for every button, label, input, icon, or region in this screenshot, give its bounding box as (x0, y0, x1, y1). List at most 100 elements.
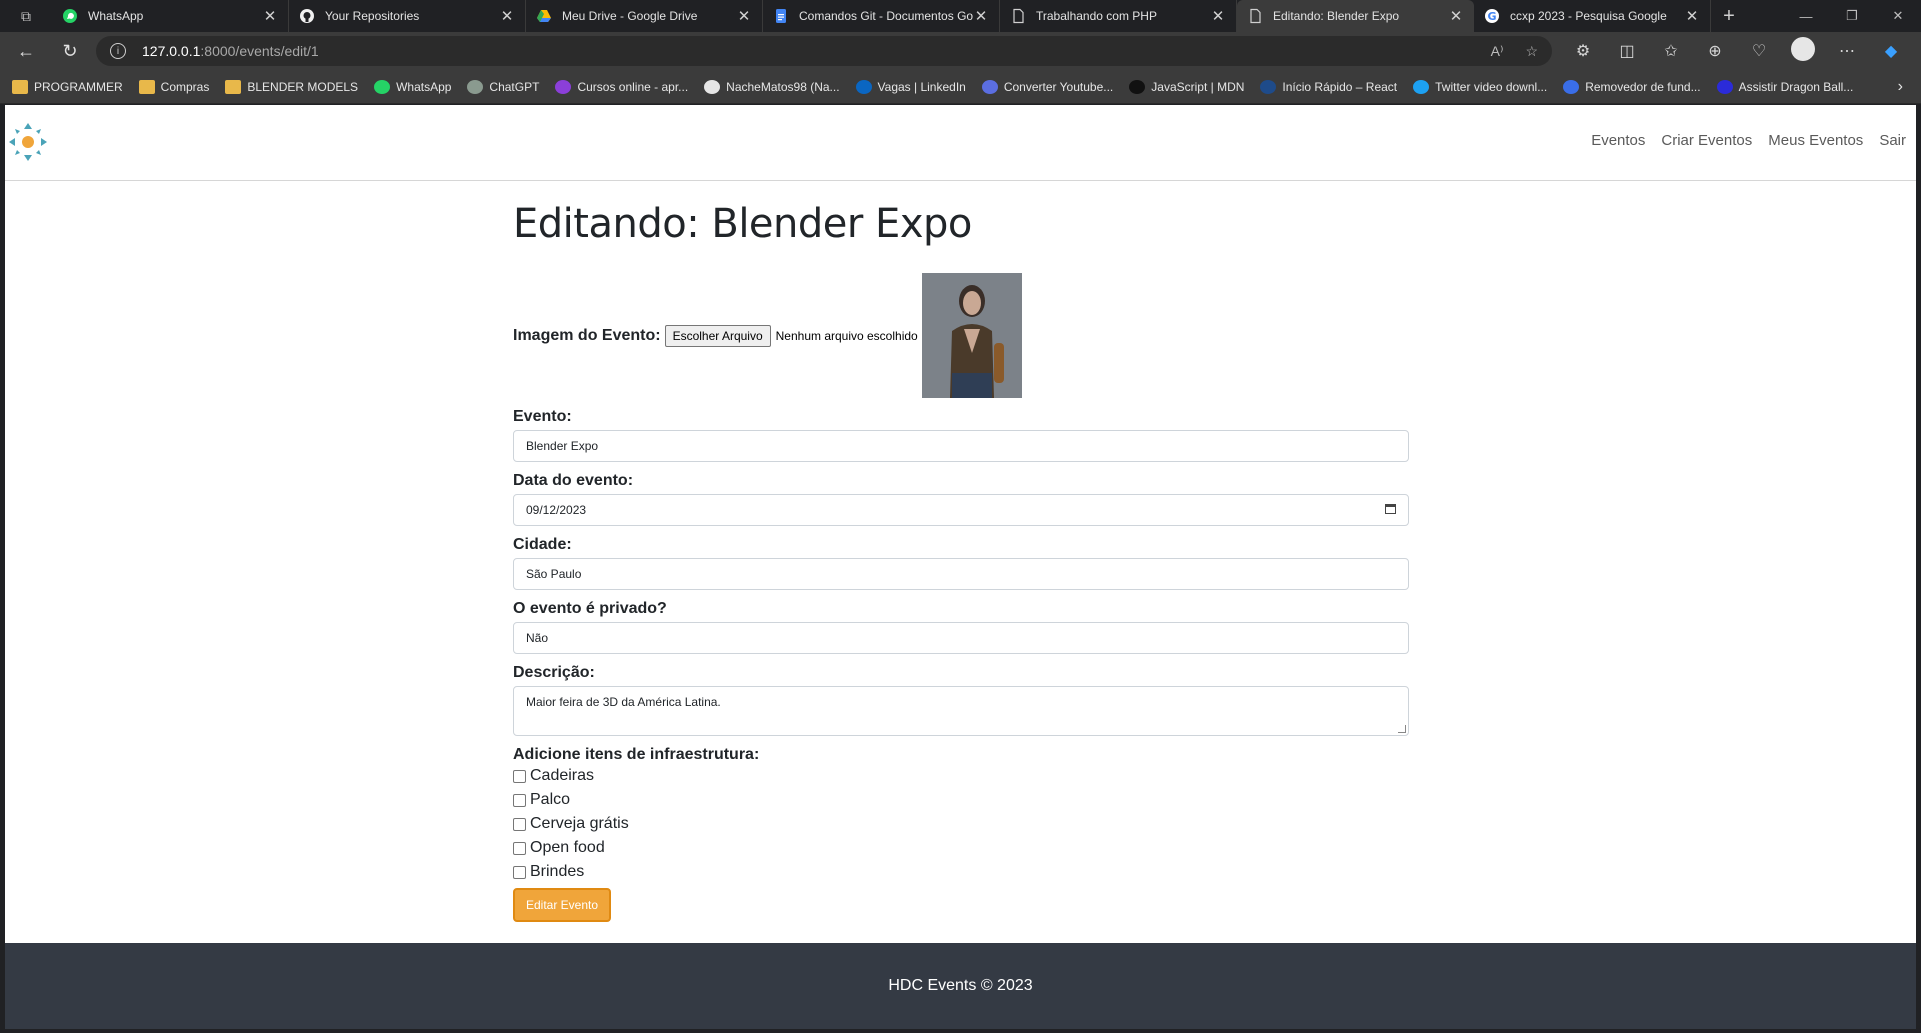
bookmark-label: Vagas | LinkedIn (877, 79, 966, 94)
resize-handle-icon[interactable] (1398, 725, 1406, 733)
nav-link-sair[interactable]: Sair (1879, 132, 1906, 149)
date-label: Data do evento: (513, 472, 634, 489)
checkbox[interactable] (513, 793, 526, 807)
site-footer: HDC Events © 2023 (5, 943, 1916, 1029)
restore-icon[interactable]: ❐ (1829, 0, 1875, 32)
bookmark-favicon-icon (467, 79, 484, 94)
back-arrow-icon[interactable]: ← (8, 35, 44, 67)
site-info-icon[interactable]: i (110, 43, 126, 59)
browser-tab-bar: ⧉ WhatsApp ✕ Your Repositories ✕ Meu Dri… (0, 0, 1921, 32)
bookmark-item[interactable]: Removedor de fund... (1563, 79, 1701, 94)
bookmark-favicon-icon (1716, 79, 1733, 94)
tab-google-search[interactable]: G ccxp 2023 - Pesquisa Google ✕ (1474, 0, 1711, 32)
copilot-icon[interactable]: ◆ (1876, 41, 1906, 61)
checkbox-open-food[interactable]: Open food (513, 836, 1413, 860)
checkbox-label: Cerveja grátis (530, 815, 629, 832)
collections-icon[interactable]: ⊕ (1700, 41, 1730, 61)
checkbox-cerveja-gratis[interactable]: Cerveja grátis (513, 812, 1413, 836)
bookmark-item[interactable]: PROGRAMMER (12, 79, 123, 94)
bookmark-label: BLENDER MODELS (247, 79, 359, 94)
bookmark-label: Removedor de fund... (1585, 79, 1701, 94)
bookmark-item[interactable]: Converter Youtube... (981, 79, 1113, 94)
bookmark-favicon-icon (981, 79, 998, 94)
bookmark-label: Cursos online - apr... (577, 79, 689, 94)
image-upload-row: Imagem do Evento: Escolher Arquivo Nenhu… (513, 273, 1413, 398)
whatsapp-icon (62, 8, 78, 24)
bookmark-item[interactable]: Twitter video downl... (1413, 79, 1547, 94)
event-input[interactable]: Blender Expo (513, 430, 1409, 462)
close-icon[interactable]: ✕ (1210, 7, 1226, 25)
bookmark-item[interactable]: NacheMatos98 (Na... (704, 79, 840, 94)
checkbox[interactable] (513, 865, 526, 879)
calendar-icon[interactable] (1385, 503, 1396, 517)
page-viewport: Eventos Criar Eventos Meus Eventos Sair … (5, 105, 1916, 1029)
svg-text:G: G (1487, 10, 1496, 23)
bookmark-favicon-icon (374, 79, 391, 94)
extensions-icon[interactable]: ⚙ (1568, 41, 1598, 61)
favorites-icon[interactable]: ✩ (1656, 41, 1686, 61)
bookmark-item[interactable]: WhatsApp (374, 79, 451, 94)
bookmark-item[interactable]: Vagas | LinkedIn (855, 79, 966, 94)
bookmark-item[interactable]: JavaScript | MDN (1129, 79, 1245, 94)
close-icon[interactable]: ✕ (736, 7, 752, 25)
bookmarks-overflow-chevron-icon[interactable]: › (1898, 78, 1903, 96)
tab-github[interactable]: Your Repositories ✕ (289, 0, 526, 32)
tab-google-docs[interactable]: Comandos Git - Documentos Go ✕ (763, 0, 1000, 32)
read-aloud-icon[interactable]: A⁾ (1491, 43, 1504, 60)
new-tab-button[interactable]: + (1711, 5, 1747, 28)
bookmark-item[interactable]: ChatGPT (467, 79, 539, 94)
checkbox[interactable] (513, 769, 526, 783)
bookmark-item[interactable]: Compras (138, 79, 209, 94)
checkbox-palco[interactable]: Palco (513, 788, 1413, 812)
field-city: Cidade: São Paulo (513, 536, 1413, 590)
bookmark-label: JavaScript | MDN (1151, 79, 1245, 94)
nav-link-eventos[interactable]: Eventos (1591, 132, 1645, 149)
bookmark-item[interactable]: Assistir Dragon Ball... (1716, 79, 1854, 94)
description-textarea[interactable]: Maior feira de 3D da América Latina. (513, 686, 1409, 736)
city-value: São Paulo (526, 567, 582, 581)
checkbox-brindes[interactable]: Brindes (513, 860, 1413, 884)
close-window-icon[interactable]: ✕ (1875, 0, 1921, 32)
checkbox-cadeiras[interactable]: Cadeiras (513, 764, 1413, 788)
tab-editando-blender-expo[interactable]: Editando: Blender Expo ✕ (1237, 0, 1474, 32)
close-icon[interactable]: ✕ (262, 7, 278, 25)
refresh-icon[interactable]: ↻ (52, 35, 88, 67)
close-icon[interactable]: ✕ (973, 7, 989, 25)
split-screen-icon[interactable]: ◫ (1612, 41, 1642, 61)
choose-file-button[interactable]: Escolher Arquivo (664, 324, 771, 347)
checkbox-label: Open food (530, 839, 605, 856)
more-menu-icon[interactable]: ⋯ (1832, 41, 1862, 61)
nav-link-meus-eventos[interactable]: Meus Eventos (1768, 132, 1863, 149)
browser-essentials-icon[interactable]: ♡ (1744, 41, 1774, 61)
close-icon[interactable]: ✕ (1684, 7, 1700, 25)
bookmark-item[interactable]: Cursos online - apr... (555, 79, 689, 94)
minimize-icon[interactable]: — (1783, 0, 1829, 32)
address-bar[interactable]: i 127.0.0.1:8000/events/edit/1 A⁾ ☆ (96, 36, 1552, 66)
tab-actions-icon[interactable]: ⧉ (0, 0, 52, 32)
tab-google-drive[interactable]: Meu Drive - Google Drive ✕ (526, 0, 763, 32)
checkbox[interactable] (513, 841, 526, 855)
tab-whatsapp[interactable]: WhatsApp ✕ (52, 0, 289, 32)
nav-link-criar-eventos[interactable]: Criar Eventos (1661, 132, 1752, 149)
profile-avatar[interactable] (1788, 36, 1818, 66)
private-select[interactable]: Não (513, 622, 1409, 654)
site-nav: Eventos Criar Eventos Meus Eventos Sair (1591, 132, 1906, 149)
bookmark-label: Assistir Dragon Ball... (1738, 79, 1854, 94)
bookmark-item[interactable]: BLENDER MODELS (225, 79, 359, 94)
edit-event-button[interactable]: Editar Evento (513, 888, 611, 922)
date-input[interactable]: 09/12/2023 (513, 494, 1409, 526)
checkbox[interactable] (513, 817, 526, 831)
favorite-star-icon[interactable]: ☆ (1525, 43, 1538, 60)
bookmark-item[interactable]: Início Rápido – React (1260, 79, 1397, 94)
footer-text: HDC Events © 2023 (888, 977, 1033, 994)
close-icon[interactable]: ✕ (1448, 7, 1464, 25)
bookmarks-bar: PROGRAMMER Compras BLENDER MODELS WhatsApp C… (0, 70, 1921, 104)
close-icon[interactable]: ✕ (499, 7, 515, 25)
bookmark-favicon-icon (1260, 79, 1277, 94)
site-logo-icon[interactable] (7, 121, 49, 163)
bookmark-favicon-icon (855, 79, 872, 94)
file-status: Nenhum arquivo escolhido (775, 328, 918, 343)
city-input[interactable]: São Paulo (513, 558, 1409, 590)
field-event: Evento: Blender Expo (513, 408, 1413, 462)
tab-php[interactable]: Trabalhando com PHP ✕ (1000, 0, 1237, 32)
